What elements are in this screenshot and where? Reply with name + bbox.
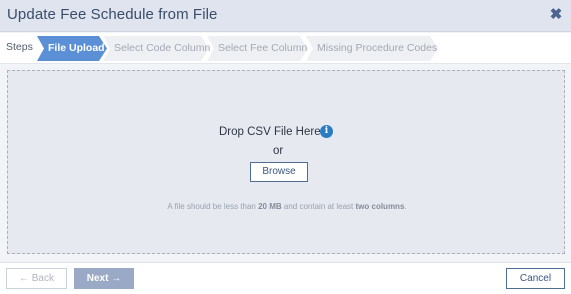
update-fee-schedule-dialog: Update Fee Schedule from File ✖ Steps Fi… — [0, 0, 571, 294]
step-label: Select Code Column — [114, 42, 211, 54]
or-text: or — [273, 145, 284, 157]
cancel-button[interactable]: Cancel — [506, 268, 565, 289]
steps-bar: Steps File Upload Select Code Column Sel… — [0, 33, 571, 64]
csv-drop-zone[interactable]: Drop CSV File Here i or Browse A file sh… — [7, 70, 565, 254]
note-middle: and contain at least — [281, 202, 356, 211]
browse-button[interactable]: Browse — [250, 162, 308, 182]
note-size: 20 MB — [258, 202, 282, 211]
step-label: File Upload — [48, 42, 105, 54]
note-columns: two columns — [355, 202, 405, 211]
next-label: Next — [86, 273, 109, 284]
note-suffix: . — [404, 202, 407, 211]
arrow-left-icon: ← — [18, 273, 29, 284]
dialog-header: Update Fee Schedule from File ✖ — [0, 0, 571, 32]
step-file-upload[interactable]: File Upload — [37, 36, 107, 61]
arrow-right-icon: → — [111, 273, 122, 284]
next-button[interactable]: Next → — [74, 268, 134, 289]
back-label: Back — [31, 273, 54, 284]
close-icon[interactable]: ✖ — [549, 7, 563, 23]
steps-label: Steps — [6, 41, 33, 53]
step-label: Missing Procedure Codes — [317, 42, 438, 54]
dialog-footer: ← Back Next → Cancel — [0, 262, 571, 294]
step-select-code-column[interactable]: Select Code Column — [103, 36, 211, 61]
step-missing-procedure-codes[interactable]: Missing Procedure Codes — [306, 36, 438, 61]
drop-prompt: Drop CSV File Here — [219, 126, 321, 138]
step-label: Select Fee Column — [218, 42, 308, 54]
note-prefix: A file should be less than — [167, 202, 259, 211]
dialog-title: Update Fee Schedule from File — [7, 6, 218, 23]
back-button[interactable]: ← Back — [6, 268, 67, 289]
step-select-fee-column[interactable]: Select Fee Column — [207, 36, 308, 61]
file-requirements-note: A file should be less than 20 MB and con… — [8, 202, 566, 211]
info-icon[interactable]: i — [320, 125, 333, 138]
